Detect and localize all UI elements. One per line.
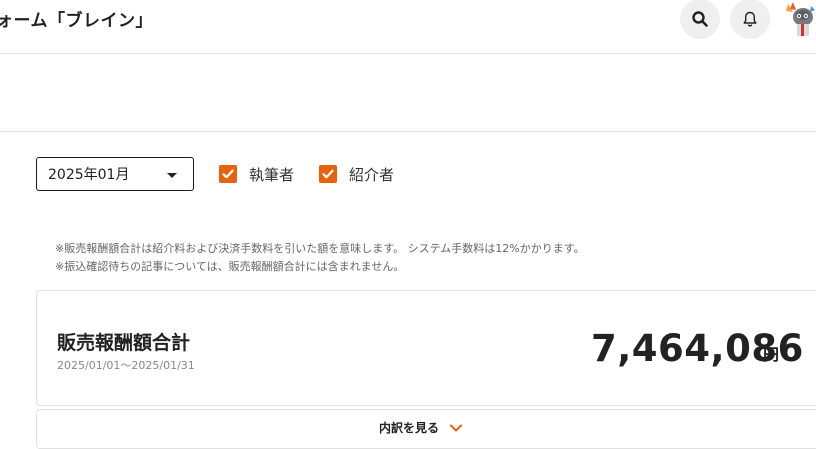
bell-icon [743,11,757,27]
user-avatar-icon [784,0,816,36]
checkbox-writer-label: 執筆者 [249,165,295,184]
checkbox-checked-icon[interactable] [319,165,337,183]
summary-unit: 円 [763,345,780,364]
summary-title: 販売報酬額合計 [57,332,191,354]
avatar[interactable] [784,0,816,36]
notification-button[interactable] [730,0,770,39]
checkbox-checked-icon[interactable] [219,165,237,183]
checkbox-referrer-label: 紹介者 [349,165,395,184]
checkbox-writer[interactable]: 執筆者 [219,164,294,184]
section-divider [0,131,816,132]
app-header: ォーム「ブレイン」 [0,0,816,54]
summary-period: 2025/01/01〜2025/01/31 [57,359,195,372]
month-select-value: 2025年01月 [48,167,130,183]
search-button[interactable] [680,0,720,39]
caret-down-icon [167,173,177,178]
view-breakdown-button[interactable]: 内訳を見る [36,409,816,449]
page-title: ォーム「ブレイン」 [0,11,153,31]
checkbox-referrer[interactable]: 紹介者 [319,164,394,184]
note-line: ※振込確認待ちの記事については、販売報酬額合計には含まれません。 [55,260,405,273]
search-icon [692,11,708,27]
chevron-down-icon [450,424,463,431]
month-select[interactable]: 2025年01月 [36,157,194,191]
sales-summary-card: 販売報酬額合計 2025/01/01〜2025/01/31 7,464,086 … [36,290,816,406]
note-line: ※販売報酬額合計は紹介料および決済手数料を引いた額を意味します。 システム手数料… [55,242,585,255]
notes: ※販売報酬額合計は紹介料および決済手数料を引いた額を意味します。 システム手数料… [55,240,585,276]
view-breakdown-label: 内訳を見る [379,421,440,435]
